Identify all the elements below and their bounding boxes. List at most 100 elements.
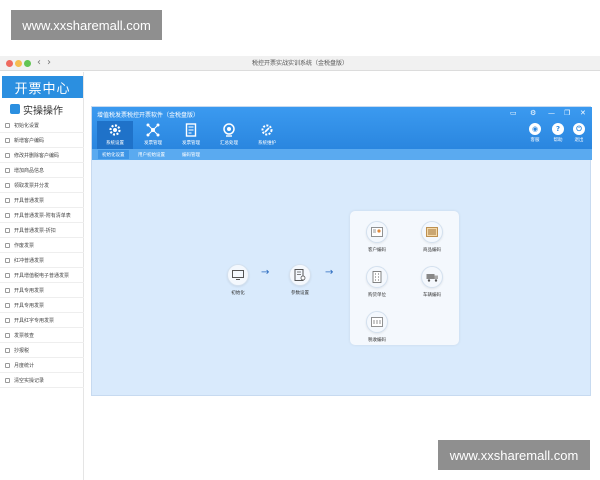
wrench-gear-icon (261, 124, 273, 136)
panel-item-customer-code[interactable]: 客户编码 (364, 221, 390, 253)
flow-step-init[interactable]: 初始化 (226, 264, 250, 296)
subtab-code-mgmt[interactable]: 编码管理 (178, 150, 204, 159)
menu-item-label: 抄报税 (14, 347, 30, 354)
menu-item-icon (5, 197, 10, 203)
menu-item-icon (5, 362, 10, 368)
menu-item-icon (5, 167, 10, 173)
menu-item-label: 月度统计 (14, 362, 35, 369)
panel-item-product-code[interactable]: 商品编码 (419, 221, 445, 253)
menu-item[interactable]: 开具专用发票 (0, 298, 84, 313)
help-button[interactable]: ? 帮助 (548, 121, 568, 143)
panel-item-buyer[interactable]: 购货单位 (364, 266, 390, 298)
menu-item[interactable]: 修改并删除客户编码 (0, 148, 84, 163)
flow-step-label: 参数设置 (291, 291, 309, 296)
code-management-panel: 客户编码 商品编码 购货单位 车辆编码 税收编码 (350, 211, 459, 345)
menu-item-label: 开具普通发票-折扣 (14, 227, 56, 234)
ops-icon (10, 104, 20, 114)
toolbar-maintenance[interactable]: 系统维护 (249, 121, 285, 149)
sidebar: 开票中心 实操操作 初始化设置 新增客户编码 修改并删除客户编码 增加商品信息 … (0, 72, 84, 480)
toolbar-label: 发票管理 (182, 141, 200, 146)
ops-title: 实操操作 (23, 105, 63, 117)
toolbar-label: 汇总处理 (220, 141, 238, 146)
menu-item[interactable]: 开具普通发票 (0, 193, 84, 208)
menu-item-label: 开具增值税电子普通发票 (14, 272, 70, 279)
watermark-top: www.xxsharemall.com (11, 10, 162, 40)
barcode-icon (421, 221, 443, 243)
lock-icon: ⏻ (573, 123, 585, 135)
restore-icon[interactable]: ❐ (564, 109, 570, 117)
panel-item-vehicle-code[interactable]: 车辆编码 (419, 266, 445, 298)
toolbar-label: 系统设置 (106, 141, 124, 146)
settings-small-icon[interactable]: ⚙ (530, 109, 536, 117)
customer-service-button[interactable]: ◉ 客服 (525, 121, 545, 143)
arrow-right-icon: → (325, 267, 334, 278)
toolbar-summary[interactable]: 汇总处理 (211, 121, 247, 149)
flow-step-label: 初始化 (231, 291, 245, 296)
menu-item-label: 增加商品信息 (14, 167, 45, 174)
menu-item-icon (5, 317, 10, 323)
id-card-icon (366, 221, 388, 243)
menu-item-label: 开具普通发票-附有清单表 (14, 212, 71, 219)
minimize-icon[interactable]: — (548, 109, 555, 117)
numeric-code-icon (366, 311, 388, 333)
menu-item[interactable]: 月度统计 (0, 358, 84, 373)
close-icon[interactable]: ✕ (580, 109, 586, 117)
menu-item-icon (5, 377, 10, 383)
menu-item-icon (5, 122, 10, 128)
menu-item-icon (5, 137, 10, 143)
menu-item-icon (5, 242, 10, 248)
panel-item-label: 购货单位 (368, 293, 386, 298)
menu-item-label: 清空实操记录 (14, 377, 45, 384)
menu-item[interactable]: 开具普通发票-折扣 (0, 223, 84, 238)
menu-item[interactable]: 红冲普通发票 (0, 253, 84, 268)
menu-item[interactable]: 作废发票 (0, 238, 84, 253)
menu-item[interactable]: 抄报税 (0, 343, 84, 358)
menu-item[interactable]: 开具普通发票-附有清单表 (0, 208, 84, 223)
subtab-user-init[interactable]: 用户初始设置 (134, 150, 169, 159)
toolbar-system-settings[interactable]: 系统设置 (97, 121, 133, 149)
panel-item-label: 客户编码 (368, 248, 386, 253)
flow-step-params[interactable]: 参数设置 (288, 264, 312, 296)
menu-item[interactable]: 新增客户编码 (0, 133, 84, 148)
menu-item[interactable]: 开具红字专用发票 (0, 313, 84, 328)
app-title: 增值税发票税控开票软件（金税盘版） (97, 112, 200, 119)
menu-item-label: 开具普通发票 (14, 197, 45, 204)
watermark-bottom: www.xxsharemall.com (438, 440, 590, 470)
menu-item-label: 红冲普通发票 (14, 257, 45, 264)
menu-item-icon (5, 332, 10, 338)
menu-item[interactable]: 增加商品信息 (0, 163, 84, 178)
menu-item[interactable]: 发票核查 (0, 328, 84, 343)
summary-icon (223, 123, 235, 137)
menu-item-icon (5, 272, 10, 278)
menu-item[interactable]: 初始化设置 (0, 118, 84, 133)
sidebar-menu: 初始化设置 新增客户编码 修改并删除客户编码 增加商品信息 领取发票并分发 开具… (0, 118, 84, 388)
menu-item-icon (5, 227, 10, 233)
arrow-right-icon: → (261, 267, 270, 278)
menu-item-icon (5, 257, 10, 263)
menu-item[interactable]: 领取发票并分发 (0, 178, 84, 193)
menu-item[interactable]: 开具专用发票 (0, 283, 84, 298)
toolbar-invoice-mgmt[interactable]: 发票管理 (135, 121, 171, 149)
menu-item[interactable]: 开具增值税电子普通发票 (0, 268, 84, 283)
subtab-init-settings[interactable]: 初始化设置 (98, 150, 129, 159)
message-icon[interactable]: ▭ (510, 109, 517, 117)
menu-item-label: 初始化设置 (14, 122, 40, 129)
sub-navigation: 初始化设置 用户初始设置 编码管理 (92, 149, 592, 160)
exit-button[interactable]: ⏻ 退出 (569, 121, 589, 143)
menu-item[interactable]: 清空实操记录 (0, 373, 84, 388)
menu-item-label: 领取发票并分发 (14, 182, 50, 189)
app-header: 增值税发票税控开票软件（金税盘版） ▭ ⚙ — ❐ ✕ 系统设置 发票管理 发票… (92, 107, 592, 149)
eye-icon: ◉ (529, 123, 541, 135)
menu-item-label: 开具专用发票 (14, 302, 45, 309)
menu-item-icon (5, 182, 10, 188)
right-button-label: 客服 (530, 138, 540, 143)
menu-item-label: 修改并删除客户编码 (14, 152, 60, 159)
panel-item-tax-code[interactable]: 税收编码 (364, 311, 390, 343)
panel-item-label: 商品编码 (423, 248, 441, 253)
right-button-label: 退出 (574, 138, 584, 143)
menu-item-icon (5, 287, 10, 293)
menu-item-icon (5, 212, 10, 218)
menu-item-label: 新增客户编码 (14, 137, 45, 144)
menu-item-label: 开具红字专用发票 (14, 317, 55, 324)
toolbar-invoice-docs[interactable]: 发票管理 (173, 121, 209, 149)
